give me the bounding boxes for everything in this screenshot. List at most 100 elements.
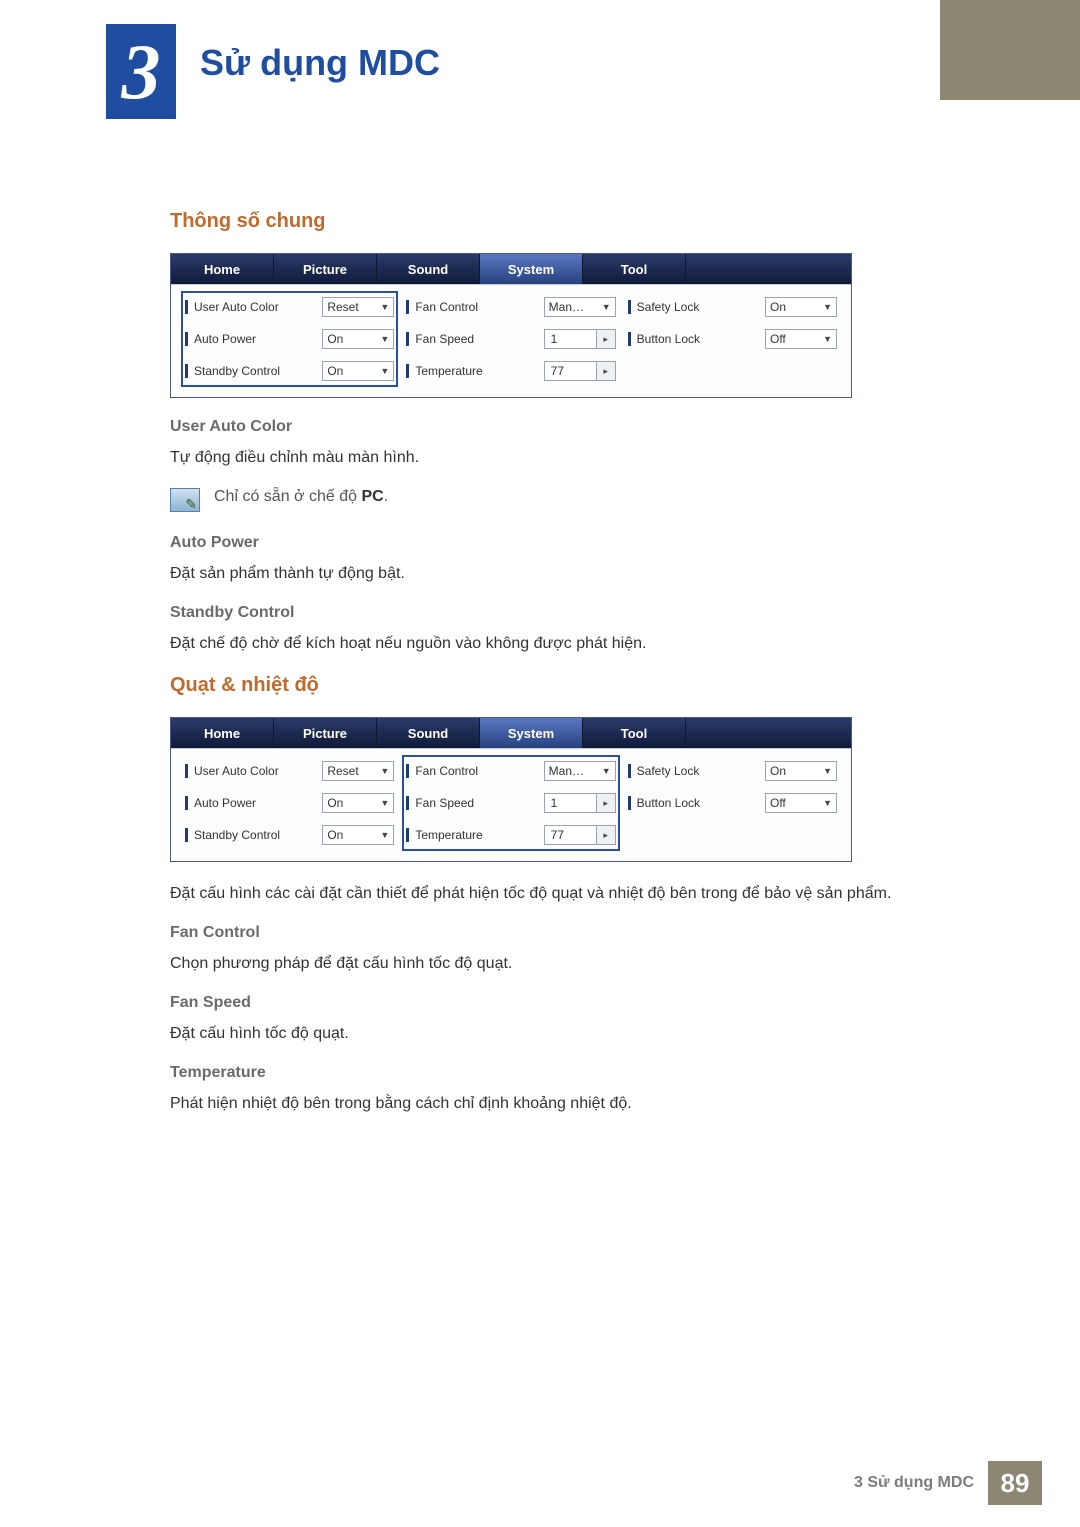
dropdown[interactable]: On ▼ xyxy=(765,297,837,317)
chapter-number-badge: 3 xyxy=(106,24,176,119)
setting-label: Button Lock xyxy=(637,332,759,346)
dropdown[interactable]: Man…▼ xyxy=(544,761,616,781)
chapter-title: Sử dụng MDC xyxy=(200,42,440,84)
chevron-down-icon: ▼ xyxy=(823,302,832,312)
dropdown-value: On xyxy=(327,364,343,378)
chevron-down-icon: ▼ xyxy=(380,830,389,840)
setting-row: Button Lock Off▼ xyxy=(628,327,837,351)
setting-row: Safety Lock On▼ xyxy=(628,759,837,783)
dropdown-value: Reset xyxy=(327,300,358,314)
dropdown[interactable]: On ▼ xyxy=(322,361,394,381)
tab-sound[interactable]: Sound xyxy=(377,254,480,284)
tab-home[interactable]: Home xyxy=(171,718,274,748)
item-heading: User Auto Color xyxy=(170,418,1010,436)
spinner-value: 77 xyxy=(545,828,596,842)
dropdown-value: On xyxy=(770,300,786,314)
row-marker xyxy=(628,300,631,314)
chevron-down-icon: ▼ xyxy=(602,302,611,312)
row-marker xyxy=(406,332,409,346)
item-heading: Fan Control xyxy=(170,924,1010,942)
tab-home[interactable]: Home xyxy=(171,254,274,284)
dropdown[interactable]: Reset ▼ xyxy=(322,297,394,317)
note-icon xyxy=(170,488,200,512)
note: Chỉ có sẵn ở chế độ PC. xyxy=(170,488,1010,512)
dropdown[interactable]: Off▼ xyxy=(765,329,837,349)
item-heading: Fan Speed xyxy=(170,994,1010,1012)
setting-row: Fan Speed 1▸ xyxy=(406,327,615,351)
chevron-down-icon: ▼ xyxy=(823,798,832,808)
item-description: Chọn phương pháp để đặt cấu hình tốc độ … xyxy=(170,952,1010,976)
setting-row: Standby Control On▼ xyxy=(185,823,394,847)
item-description: Phát hiện nhiệt độ bên trong bằng cách c… xyxy=(170,1092,1010,1116)
dropdown[interactable]: On▼ xyxy=(322,825,394,845)
row-marker xyxy=(185,332,188,346)
tab-sound[interactable]: Sound xyxy=(377,718,480,748)
setting-row: User Auto ColorReset▼ xyxy=(185,759,394,783)
spinner-value: 1 xyxy=(545,796,596,810)
dropdown[interactable]: Off ▼ xyxy=(765,793,837,813)
setting-row: Temperature 77▸ xyxy=(406,359,615,383)
spinner[interactable]: 77▸ xyxy=(544,361,616,381)
setting-label: Auto Power xyxy=(194,796,316,810)
setting-row: User Auto Color Reset ▼ xyxy=(185,295,394,319)
setting-label: Button Lock xyxy=(637,796,759,810)
setting-label: Temperature xyxy=(415,364,537,378)
tab-bar: HomePictureSoundSystemTool xyxy=(171,718,851,748)
setting-label: Standby Control xyxy=(194,828,316,842)
dropdown[interactable]: On▼ xyxy=(322,329,394,349)
dropdown-value: Man… xyxy=(549,300,584,314)
spinner-step-icon[interactable]: ▸ xyxy=(596,794,615,812)
tab-system[interactable]: System xyxy=(480,718,583,748)
section-heading-fan: Quạt & nhiệt độ xyxy=(170,674,1010,697)
tab-picture[interactable]: Picture xyxy=(274,254,377,284)
chevron-down-icon: ▼ xyxy=(380,798,389,808)
settings-panel-2: HomePictureSoundSystemTool User Auto Col… xyxy=(170,717,852,862)
setting-row: Auto Power On▼ xyxy=(185,327,394,351)
setting-label: User Auto Color xyxy=(194,300,316,314)
spinner[interactable]: 77▸ xyxy=(544,825,616,845)
dropdown-value: Off xyxy=(770,796,786,810)
row-marker xyxy=(185,364,188,378)
setting-row: Fan Control Man…▼ xyxy=(406,759,615,783)
spinner-step-icon[interactable]: ▸ xyxy=(596,330,615,348)
setting-label: Safety Lock xyxy=(637,764,759,778)
setting-row: Button Lock Off ▼ xyxy=(628,791,837,815)
item-description: Đặt sản phẩm thành tự động bật. xyxy=(170,562,1010,586)
setting-row: Fan Control Man… ▼ xyxy=(406,295,615,319)
spinner[interactable]: 1▸ xyxy=(544,793,616,813)
item-heading: Temperature xyxy=(170,1064,1010,1082)
dropdown-value: On xyxy=(327,332,343,346)
setting-row: Temperature 77▸ xyxy=(406,823,615,847)
setting-label: Fan Speed xyxy=(415,332,537,346)
setting-label: Fan Control xyxy=(415,300,537,314)
row-marker xyxy=(185,828,188,842)
chevron-down-icon: ▼ xyxy=(380,302,389,312)
spinner-value: 77 xyxy=(545,364,596,378)
dropdown[interactable]: Reset▼ xyxy=(322,761,394,781)
setting-row: Standby ControlOn▼ xyxy=(185,359,394,383)
spinner[interactable]: 1▸ xyxy=(544,329,616,349)
tab-system[interactable]: System xyxy=(480,254,583,284)
tab-tool[interactable]: Tool xyxy=(583,254,686,284)
tab-tool[interactable]: Tool xyxy=(583,718,686,748)
settings-panel-1: HomePictureSoundSystemTool User Auto Col… xyxy=(170,253,852,398)
footer-chapter-label: 3 Sử dụng MDC xyxy=(854,1474,988,1492)
row-marker xyxy=(628,332,631,346)
spinner-step-icon[interactable]: ▸ xyxy=(596,826,615,844)
item-heading: Standby Control xyxy=(170,604,1010,622)
dropdown[interactable]: On▼ xyxy=(765,761,837,781)
setting-label: Temperature xyxy=(415,828,537,842)
row-marker xyxy=(406,764,409,778)
setting-label: Auto Power xyxy=(194,332,316,346)
row-marker xyxy=(628,796,631,810)
chevron-down-icon: ▼ xyxy=(380,366,389,376)
dropdown-value: On xyxy=(327,796,343,810)
spinner-step-icon[interactable]: ▸ xyxy=(596,362,615,380)
tab-picture[interactable]: Picture xyxy=(274,718,377,748)
setting-label: Safety Lock xyxy=(637,300,759,314)
row-marker xyxy=(185,796,188,810)
setting-label: Fan Control xyxy=(415,764,537,778)
dropdown[interactable]: On ▼ xyxy=(322,793,394,813)
tab-bar: HomePictureSoundSystemTool xyxy=(171,254,851,284)
dropdown[interactable]: Man… ▼ xyxy=(544,297,616,317)
